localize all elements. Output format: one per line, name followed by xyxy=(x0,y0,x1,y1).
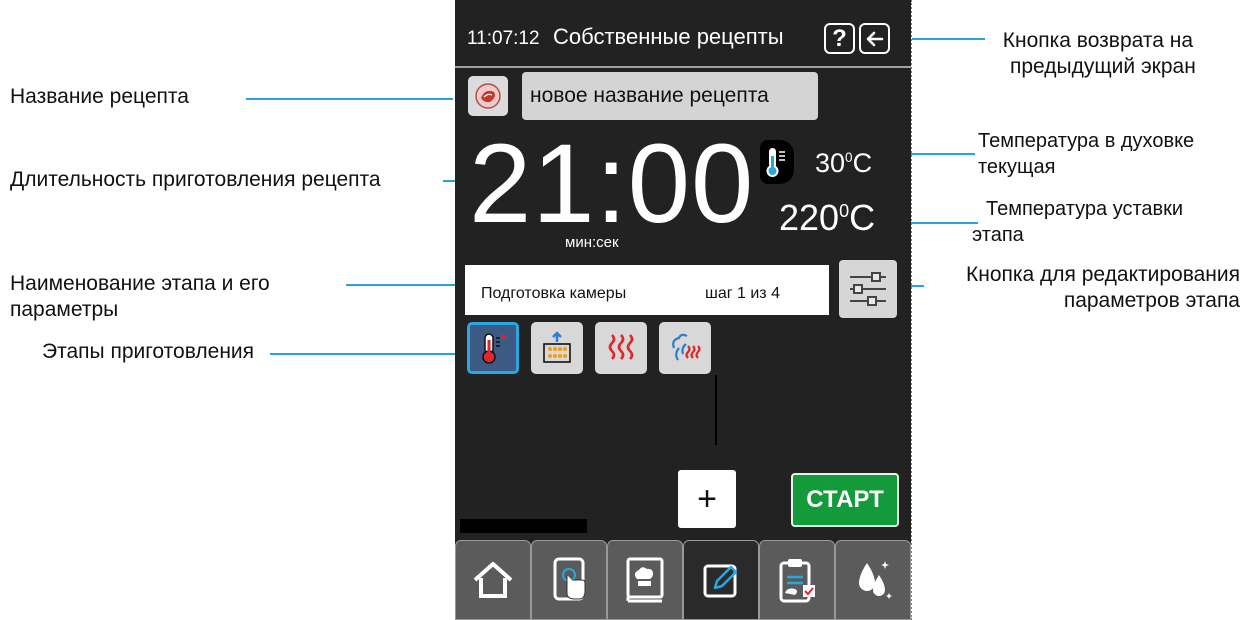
annotation-stage-name: Наименование этапа и его параметры xyxy=(10,271,270,323)
current-temp-unit: C xyxy=(852,148,873,178)
cooking-timer[interactable]: 21:00 xyxy=(469,128,754,240)
current-temp-value: 30 xyxy=(815,148,846,178)
sliders-icon xyxy=(850,272,886,306)
annotation-setpoint-line1: Температура уставки xyxy=(986,198,1184,220)
touch-tablet-icon xyxy=(553,557,586,601)
annotation-recipe-name: Название рецепта xyxy=(10,85,189,108)
current-temp-degree: 0 xyxy=(845,150,853,165)
start-button[interactable]: СТАРТ xyxy=(791,473,899,527)
stage-load[interactable] xyxy=(531,322,583,374)
setpoint-temp-unit: C xyxy=(849,197,876,238)
current-step-panel[interactable]: Подготовка камеры шаг 1 из 4 xyxy=(465,265,829,315)
current-oven-temperature: 300C xyxy=(815,148,872,179)
arrow-left-icon xyxy=(866,31,883,46)
annotation-oven-temp-line2: текущая xyxy=(978,156,1056,178)
annotation-back-button: Кнопка возврата на предыдущий экран xyxy=(1000,28,1196,80)
clock: 11:07:12 xyxy=(467,28,540,49)
annotation-setpoint: Температура уставки этапа xyxy=(972,196,1184,248)
help-button[interactable]: ? xyxy=(824,23,855,54)
setpoint-temp-value: 220 xyxy=(779,197,840,238)
convection-heat-icon xyxy=(608,334,634,360)
meat-dish-icon xyxy=(475,83,501,109)
add-step-button[interactable]: + xyxy=(678,470,736,528)
recipe-name-field[interactable]: новое название рецепта xyxy=(522,72,818,120)
recipe-image-button[interactable] xyxy=(468,76,508,116)
tab-reports[interactable] xyxy=(759,540,835,620)
edit-pencil-icon xyxy=(703,564,738,598)
tab-cleaning[interactable] xyxy=(835,540,911,620)
tab-edit[interactable] xyxy=(683,540,759,620)
leader-line-stages xyxy=(270,353,462,355)
step-progress: шаг 1 из 4 xyxy=(705,285,780,302)
redacted-bar xyxy=(460,519,587,533)
annotation-stages: Этапы приготовления xyxy=(42,340,255,363)
leader-line-recipe-name xyxy=(246,98,453,100)
step-name: Подготовка камеры xyxy=(481,285,627,302)
page-title: Собственные рецепты xyxy=(553,24,784,49)
stage-preheat[interactable] xyxy=(467,322,519,374)
leader-line-edit-params xyxy=(910,285,924,287)
annotation-setpoint-line2: этапа xyxy=(972,224,1024,246)
annotation-stage-name-line2: параметры xyxy=(10,298,119,321)
tray-load-icon xyxy=(543,331,571,363)
oven-screen: 11:07:12 Собственные рецепты ? новое наз… xyxy=(455,0,911,620)
annotation-stage-name-line1: Наименование этапа и его xyxy=(10,272,270,295)
stages-divider xyxy=(715,375,717,445)
edit-step-button[interactable] xyxy=(839,260,897,318)
annotation-edit-params: Кнопка для редактирования параметров эта… xyxy=(924,262,1240,314)
tab-home[interactable] xyxy=(455,540,531,620)
thermometer-preheat-icon xyxy=(482,333,507,364)
leader-line-stage-name xyxy=(346,284,461,286)
annotation-oven-temp: Температура в духовке текущая xyxy=(978,128,1194,180)
top-bar: 11:07:12 Собственные рецепты ? xyxy=(455,0,911,66)
recipe-book-icon xyxy=(626,557,664,603)
header-divider xyxy=(455,66,911,68)
annotation-edit-params-line1: Кнопка для редактирования xyxy=(965,263,1240,286)
stage-convection[interactable] xyxy=(595,322,647,374)
steam-heat-icon xyxy=(672,333,701,361)
leader-line-back xyxy=(912,38,985,40)
cleaning-drops-icon xyxy=(859,561,892,599)
oven-thermometer-icon xyxy=(760,140,794,184)
clipboard-check-icon xyxy=(779,559,815,603)
timer-unit: мин:сек xyxy=(565,234,619,251)
tab-recipes[interactable] xyxy=(607,540,683,620)
annotation-edit-params-line2: параметров этапа xyxy=(1063,289,1240,312)
setpoint-temperature[interactable]: 2200C xyxy=(779,197,875,239)
annotation-back-button-line2: предыдущий экран xyxy=(1010,55,1196,78)
tab-touch[interactable] xyxy=(531,540,607,620)
setpoint-temp-degree: 0 xyxy=(839,201,850,221)
stage-steam[interactable] xyxy=(659,322,711,374)
annotation-back-button-line1: Кнопка возврата на xyxy=(1002,29,1194,52)
annotation-oven-temp-line1: Температура в духовке xyxy=(978,130,1195,152)
annotation-duration: Длительность приготовления рецепта xyxy=(10,168,381,191)
back-button[interactable] xyxy=(859,23,890,54)
bottom-tab-bar xyxy=(455,540,911,620)
home-icon xyxy=(473,562,513,598)
